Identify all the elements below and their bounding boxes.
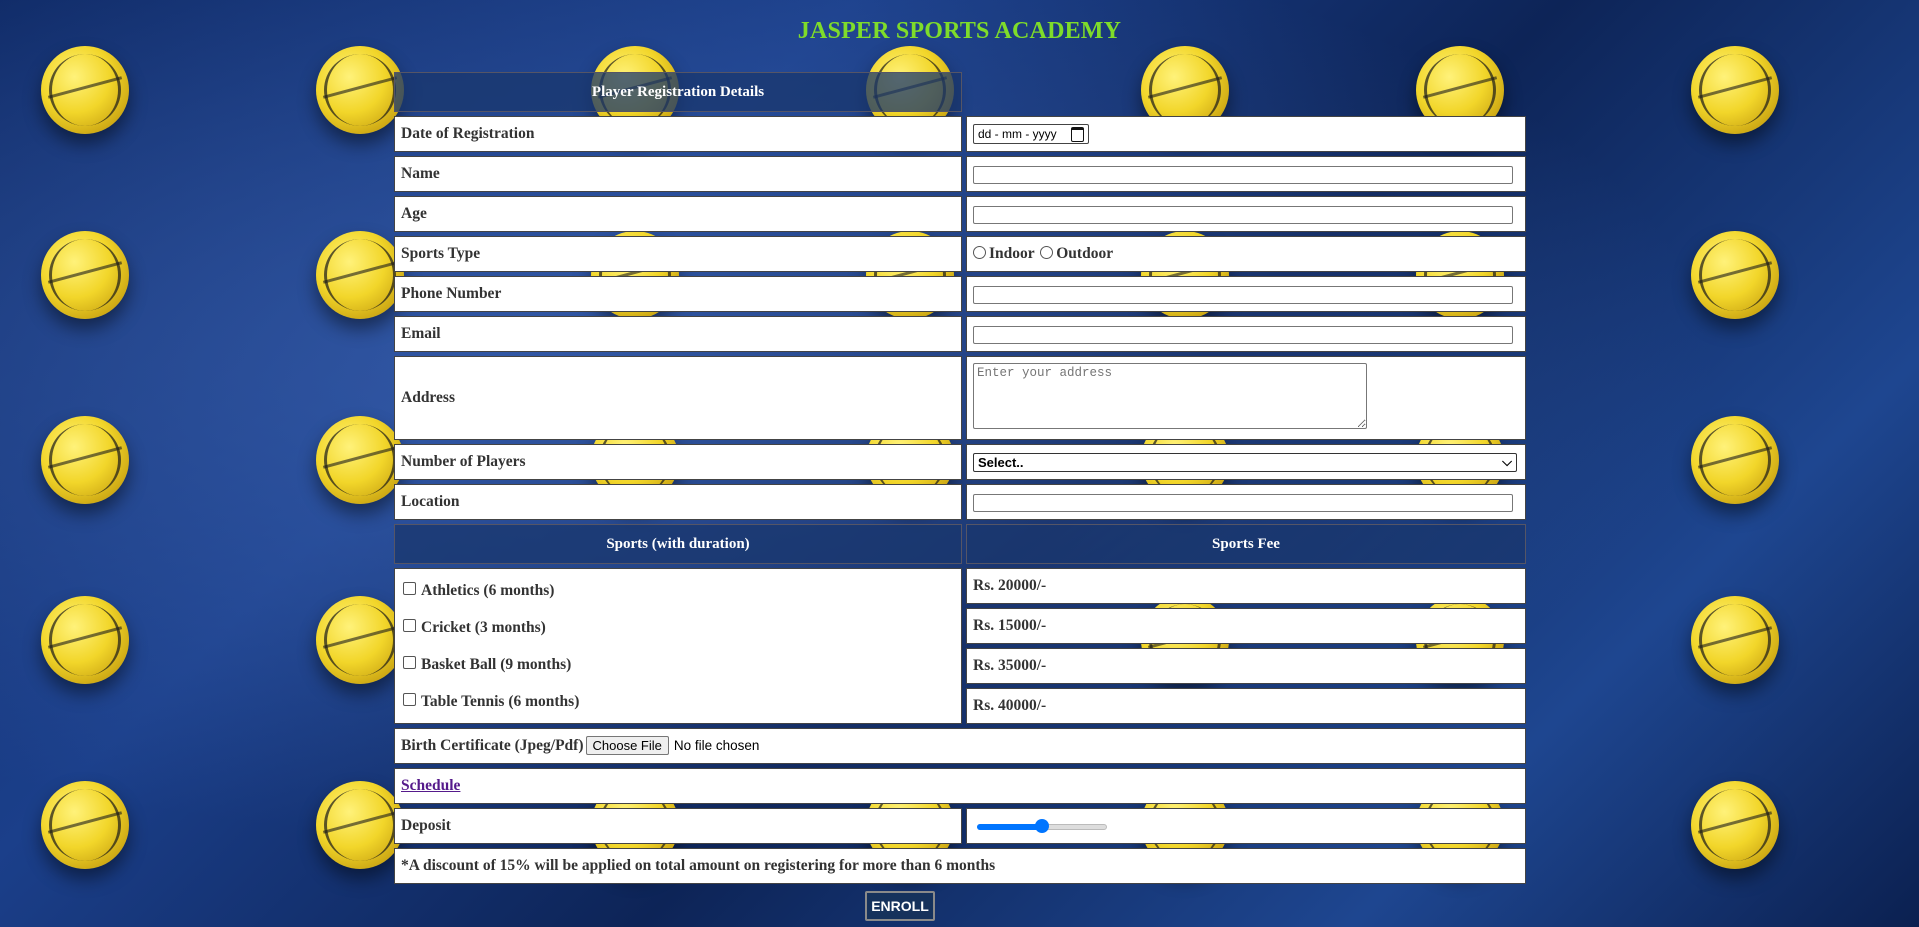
sport-option[interactable]: Basket Ball (9 months) xyxy=(403,646,953,683)
sport-label: Cricket (3 months) xyxy=(421,619,546,636)
choose-file-button[interactable]: Choose File xyxy=(585,736,669,755)
ball-pattern-tile xyxy=(1691,416,1779,504)
sport-label: Basket Ball (9 months) xyxy=(421,656,572,673)
email-label: Email xyxy=(394,316,962,352)
ball-pattern-tile xyxy=(41,416,129,504)
ball-pattern-tile xyxy=(41,781,129,869)
schedule-row: Schedule xyxy=(394,768,1526,804)
section-header-registration: Player Registration Details xyxy=(394,72,962,112)
sport-label: Table Tennis (6 months) xyxy=(421,693,580,710)
deposit-label: Deposit xyxy=(394,808,962,844)
ball-pattern-tile xyxy=(41,46,129,134)
email-input[interactable] xyxy=(973,325,1513,344)
deposit-slider[interactable] xyxy=(977,818,1107,834)
sports-list: Athletics (6 months) Cricket (3 months) … xyxy=(394,568,962,724)
address-input[interactable] xyxy=(973,362,1367,429)
fee-basketball: Rs. 35000/- xyxy=(966,648,1526,684)
tabletennis-checkbox[interactable] xyxy=(403,693,416,706)
date-placeholder: dd - mm - yyyy xyxy=(978,127,1057,141)
outdoor-label: Outdoor xyxy=(1056,245,1114,262)
address-label: Address xyxy=(394,356,962,440)
age-input[interactable] xyxy=(973,205,1513,224)
outdoor-radio[interactable] xyxy=(1040,246,1054,259)
name-input[interactable] xyxy=(973,165,1513,184)
athletics-checkbox[interactable] xyxy=(403,582,416,595)
slider-thumb[interactable] xyxy=(1035,819,1049,834)
basketball-checkbox[interactable] xyxy=(403,656,416,669)
sports-header: Sports (with duration) xyxy=(394,524,962,564)
fee-tabletennis: Rs. 40000/- xyxy=(966,688,1526,724)
birth-cert-row: Birth Certificate (Jpeg/Pdf) Choose File N… xyxy=(394,728,1526,764)
age-label: Age xyxy=(394,196,962,232)
birth-cert-label: Birth Certificate (Jpeg/Pdf) xyxy=(401,737,584,754)
phone-input[interactable] xyxy=(973,285,1513,304)
discount-note: *A discount of 15% will be applied on to… xyxy=(394,848,1526,884)
cricket-checkbox[interactable] xyxy=(403,619,416,632)
ball-pattern-tile xyxy=(41,231,129,319)
fee-header: Sports Fee xyxy=(966,524,1526,564)
ball-pattern-tile xyxy=(1691,231,1779,319)
sport-option[interactable]: Athletics (6 months) xyxy=(403,572,953,609)
ball-pattern-tile xyxy=(1691,46,1779,134)
indoor-radio[interactable] xyxy=(973,246,986,259)
slider-fill xyxy=(977,824,1042,831)
location-input[interactable] xyxy=(973,493,1513,512)
ball-pattern-tile xyxy=(1691,596,1779,684)
file-status: No file chosen xyxy=(673,738,760,753)
sports-type-label: Sports Type xyxy=(394,236,962,272)
players-label: Number of Players xyxy=(394,444,962,480)
date-input[interactable]: dd - mm - yyyy xyxy=(973,124,1089,144)
calendar-icon[interactable] xyxy=(1071,126,1084,142)
location-label: Location xyxy=(394,484,962,520)
ball-pattern-tile xyxy=(1691,781,1779,869)
fee-cricket: Rs. 15000/- xyxy=(966,608,1526,644)
players-selected: Select.. xyxy=(978,454,1024,470)
page-title: JASPER SPORTS ACADEMY xyxy=(797,18,1122,44)
enroll-button[interactable]: ENROLL xyxy=(865,891,935,921)
name-label: Name xyxy=(394,156,962,192)
sport-option[interactable]: Cricket (3 months) xyxy=(403,609,953,646)
indoor-label: Indoor xyxy=(989,245,1035,262)
registration-form: Player Registration Details Date of Regi… xyxy=(390,68,1530,888)
phone-label: Phone Number xyxy=(394,276,962,312)
fee-athletics: Rs. 20000/- xyxy=(966,568,1526,604)
sport-label: Athletics (6 months) xyxy=(421,582,555,599)
schedule-link[interactable]: Schedule xyxy=(401,777,460,794)
ball-pattern-tile xyxy=(41,596,129,684)
chevron-down-icon: ⌵ xyxy=(1502,454,1512,469)
sport-option[interactable]: Table Tennis (6 months) xyxy=(403,683,953,720)
players-select[interactable]: Select.. ⌵ xyxy=(973,452,1517,472)
date-label: Date of Registration xyxy=(394,116,962,152)
